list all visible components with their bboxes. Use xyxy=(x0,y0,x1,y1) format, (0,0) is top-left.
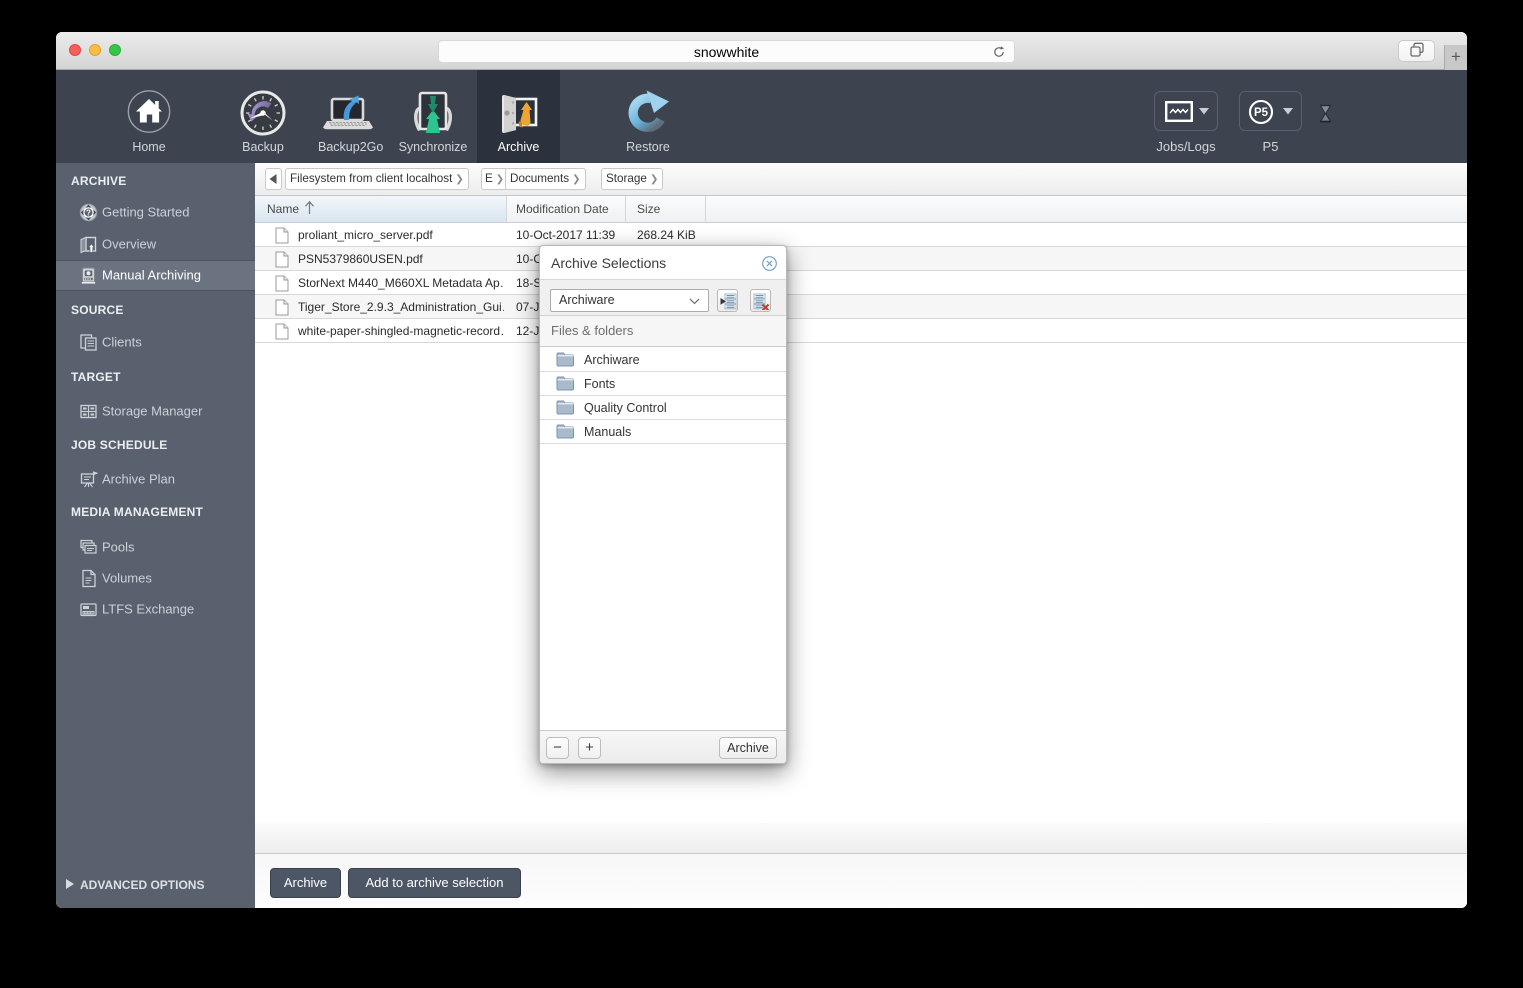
svg-text:?: ? xyxy=(86,209,91,218)
svg-text:P5: P5 xyxy=(1254,107,1269,119)
